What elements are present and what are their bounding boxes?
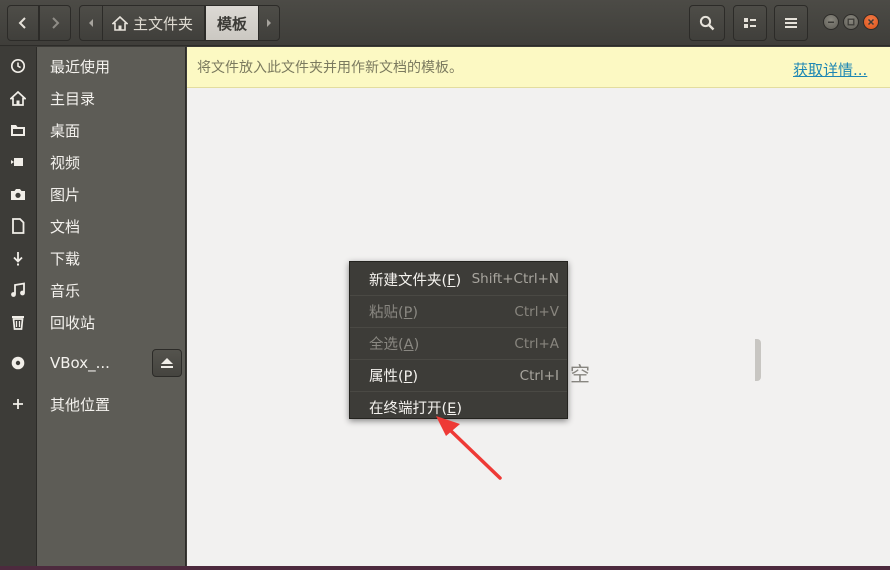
- breadcrumb-scroll-right-button[interactable]: [258, 5, 280, 41]
- breadcrumb-home-label: 主文件夹: [133, 14, 194, 33]
- sidebar-item-vbox[interactable]: VBox_...: [37, 347, 149, 379]
- sidebar-item-desktop[interactable]: 桌面: [37, 114, 186, 146]
- app-menu-button[interactable]: [774, 5, 808, 41]
- menu-item-label: 粘贴(P): [369, 305, 419, 321]
- desktop-folder-icon: [8, 120, 28, 140]
- sidebar-item-home[interactable]: 主目录: [37, 82, 186, 114]
- sidebar-item-recent[interactable]: 最近使用: [37, 50, 186, 82]
- chevron-right-icon: [52, 17, 60, 29]
- document-icon: [8, 216, 28, 236]
- menu-item-label: 新建文件夹(F): [369, 272, 462, 289]
- menu-item-label: 属性(P): [369, 369, 419, 385]
- learn-more-link[interactable]: 获取详情...: [793, 59, 867, 80]
- chevron-left-icon: [18, 17, 26, 29]
- annotation-arrow-icon: [436, 416, 502, 480]
- close-icon: [867, 18, 875, 26]
- empty-placeholder-graphic: [755, 339, 761, 381]
- minimize-button[interactable]: [823, 14, 839, 30]
- back-button[interactable]: [7, 5, 39, 41]
- disc-icon: [8, 353, 28, 373]
- camera-icon: [8, 184, 28, 204]
- search-icon: [699, 15, 715, 31]
- recent-icon: [8, 56, 28, 76]
- forward-button[interactable]: [39, 5, 71, 41]
- breadcrumb-home[interactable]: 主文件夹: [102, 5, 205, 41]
- close-button[interactable]: [863, 14, 879, 30]
- trash-icon: [8, 312, 28, 332]
- maximize-button[interactable]: [843, 14, 859, 30]
- download-icon: [8, 248, 28, 268]
- list-view-icon: [744, 18, 756, 28]
- sidebar-icon-column: [0, 47, 37, 570]
- eject-icon: [161, 358, 173, 368]
- menu-item-paste[interactable]: 粘贴(P) Ctrl+V: [350, 295, 567, 327]
- maximize-icon: [847, 18, 855, 26]
- video-icon: [8, 152, 28, 172]
- plus-icon: [8, 394, 28, 414]
- menu-item-label: 全选(A): [369, 337, 420, 353]
- home-icon: [8, 88, 28, 108]
- empty-folder-label: 空: [570, 362, 590, 386]
- menu-item-properties[interactable]: 属性(P) Ctrl+I: [350, 359, 567, 391]
- breadcrumb-scroll-left-button[interactable]: [79, 5, 103, 41]
- breadcrumb-current[interactable]: 模板: [205, 5, 259, 41]
- music-icon: [8, 280, 28, 300]
- minimize-icon: [828, 21, 834, 23]
- header-bar: 主文件夹 模板: [0, 0, 890, 46]
- sidebar-item-downloads[interactable]: 下载: [37, 242, 186, 274]
- sidebar: 最近使用 主目录 桌面 视频 图片 文档 下载 音乐 回收站 VBox_... …: [37, 47, 186, 570]
- sidebar-item-trash[interactable]: 回收站: [37, 306, 186, 338]
- sidebar-item-other-locations[interactable]: 其他位置: [37, 388, 186, 420]
- triangle-right-icon: [267, 19, 271, 27]
- hamburger-menu-icon: [785, 18, 797, 28]
- menu-item-new-folder[interactable]: 新建文件夹(F) Shift+Ctrl+N: [350, 263, 567, 295]
- view-toggle-button[interactable]: [733, 5, 767, 41]
- menu-item-shortcut: Shift+Ctrl+N: [471, 271, 559, 287]
- context-menu: 新建文件夹(F) Shift+Ctrl+N 粘贴(P) Ctrl+V 全选(A)…: [349, 261, 568, 419]
- info-bar-text: 将文件放入此文件夹并用作新文档的模板。: [197, 60, 463, 76]
- menu-item-shortcut: Ctrl+I: [519, 368, 559, 384]
- triangle-left-icon: [89, 19, 93, 27]
- search-button[interactable]: [689, 5, 725, 41]
- sidebar-item-videos[interactable]: 视频: [37, 146, 186, 178]
- sidebar-item-pictures[interactable]: 图片: [37, 178, 186, 210]
- sidebar-item-music[interactable]: 音乐: [37, 274, 186, 306]
- info-bar: 将文件放入此文件夹并用作新文档的模板。 获取详情...: [187, 47, 890, 88]
- home-icon: [112, 15, 128, 31]
- window-bottom-edge: [0, 566, 890, 570]
- menu-item-shortcut: Ctrl+A: [514, 336, 559, 352]
- menu-item-shortcut: Ctrl+V: [514, 304, 559, 320]
- eject-button[interactable]: [152, 349, 182, 377]
- sidebar-item-documents[interactable]: 文档: [37, 210, 186, 242]
- menu-item-select-all[interactable]: 全选(A) Ctrl+A: [350, 327, 567, 359]
